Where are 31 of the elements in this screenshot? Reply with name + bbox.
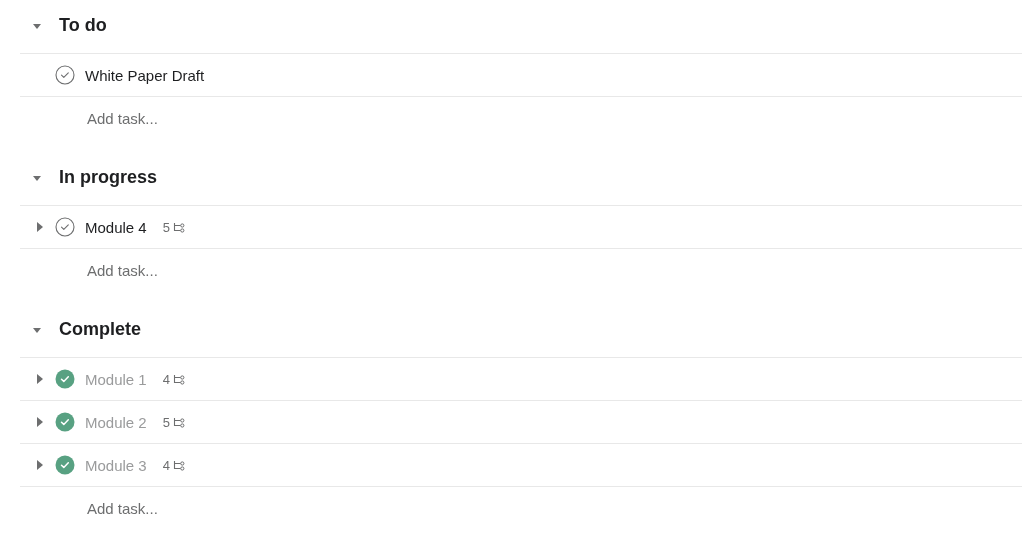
add-task-link[interactable]: Add task... [87,500,158,517]
subtask-count: 5 [162,414,170,430]
task-name[interactable]: Module 2 [85,413,147,431]
subtask-count: 5 [162,219,170,235]
subtask-count: 4 [162,457,170,473]
subtask-icon [172,373,185,385]
section-title: In progress [59,167,158,187]
caret-right-icon[interactable] [35,374,45,384]
subtask-count: 4 [162,371,170,387]
caret-right-icon[interactable] [35,222,45,232]
add-task-link[interactable]: Add task... [87,110,158,127]
caret-down-icon[interactable] [32,325,42,335]
check-circle-icon[interactable] [55,369,75,389]
section-title: Complete [59,319,141,339]
caret-down-icon[interactable] [32,173,42,183]
caret-right-icon[interactable] [35,460,45,470]
check-circle-icon[interactable] [55,455,75,475]
check-circle-icon[interactable] [55,65,75,85]
check-circle-icon[interactable] [55,412,75,432]
caret-down-icon[interactable] [32,21,42,31]
task-name[interactable]: Module 4 [85,218,147,236]
subtask-icon [172,459,185,471]
task-name[interactable]: Module 3 [85,456,147,474]
task-name[interactable]: Module 1 [85,370,147,388]
caret-right-icon[interactable] [35,417,45,427]
task-name[interactable]: White Paper Draft [85,66,205,84]
check-circle-icon[interactable] [55,217,75,237]
subtask-icon [172,416,185,428]
add-task-link[interactable]: Add task... [87,262,158,279]
section-title: To do [59,15,107,35]
subtask-icon [172,221,185,233]
